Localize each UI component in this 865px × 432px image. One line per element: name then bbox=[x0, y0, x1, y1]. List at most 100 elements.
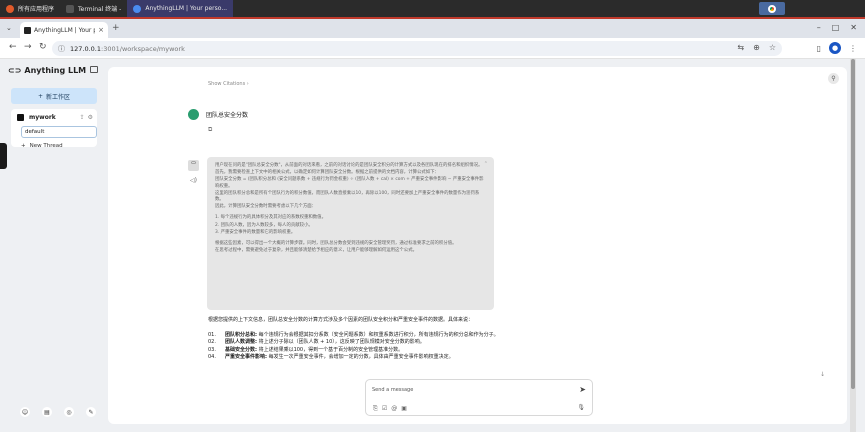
browser-toolbar: ← → ↻ ⓘ 127.0.0.1 :3001/workspace/mywork… bbox=[0, 38, 865, 59]
url-host: 127.0.0.1 bbox=[70, 44, 102, 53]
show-citations-link[interactable]: Show Citations › bbox=[208, 81, 249, 87]
taskbar-apps-menu[interactable]: 所有应用程序 bbox=[0, 0, 60, 17]
assistant-avatar: ▭ bbox=[188, 160, 199, 171]
user-avatar bbox=[188, 109, 199, 120]
gear-icon[interactable]: ⚙ bbox=[88, 114, 93, 121]
taskbar-label: Terminal 终端 - bbox=[78, 6, 122, 13]
browser-tab[interactable]: AnythingLLM | Your person × bbox=[20, 22, 108, 38]
url-path: :3001/workspace/mywork bbox=[101, 44, 185, 53]
translate-icon[interactable]: ⇆ bbox=[737, 43, 744, 52]
sidebar: ⊂⊃ Anything LLM + 新工作区 mywork ⇪ ⚙ defaul… bbox=[0, 59, 104, 432]
thinking-line: 3. 严重安全事件的数量和它的影响权重。 bbox=[215, 229, 296, 235]
side-drawer-handle[interactable] bbox=[0, 143, 7, 169]
os-taskbar: 所有应用程序 Terminal 终端 - AnythingLLM | Your … bbox=[0, 0, 865, 17]
scroll-down-icon[interactable]: ↓ bbox=[820, 371, 825, 378]
new-workspace-label: 新工作区 bbox=[46, 93, 71, 101]
message-composer: Send a message ➤ ⎘ ☑ @ ▣ 🎙 bbox=[365, 379, 593, 416]
upload-icon[interactable]: ⇪ bbox=[80, 114, 85, 121]
point-number: 04. bbox=[208, 354, 216, 360]
point-text: 每个违规行为会根据其扣分系数（安全问题系数）和权重系数进行积分，所有违规行为的积… bbox=[258, 331, 499, 338]
answer-point: 02. 团队人数调整: 将上述分子除以（团队人数 + 10），这反映了团队规模对… bbox=[208, 339, 728, 347]
point-number: 02. bbox=[208, 339, 216, 345]
point-term: 基础安全分数: bbox=[224, 346, 257, 353]
address-bar[interactable]: ⓘ 127.0.0.1 :3001/workspace/mywork ⇆ ⊕ ☆ bbox=[52, 41, 782, 56]
chevron-down-icon[interactable]: ⌄ bbox=[6, 24, 12, 32]
app-container: ⊂⊃ Anything LLM + 新工作区 mywork ⇪ ⚙ defaul… bbox=[0, 59, 865, 432]
agent-mention-icon[interactable]: @ bbox=[391, 405, 397, 413]
workspace-grid-icon bbox=[17, 114, 24, 121]
answer-point: 03. 基础安全分数: 将上述结果乘以100，得到一个基于百分制的安全管理基准分… bbox=[208, 347, 728, 355]
terminal-icon bbox=[66, 4, 75, 13]
extensions-icon[interactable]: ▯ bbox=[817, 44, 821, 53]
point-term: 团队人数调整: bbox=[224, 339, 257, 345]
point-number: 01. bbox=[208, 331, 216, 338]
point-text: 将上述分子除以（团队人数 + 10），这反映了团队规模对安全分数的影响。 bbox=[258, 339, 425, 345]
point-text: 每发生一次严重安全事件，会增加一定的分数，具体由严重安全事件影响权重决定。 bbox=[268, 354, 454, 360]
close-tab-icon[interactable]: × bbox=[98, 26, 104, 34]
zoom-icon[interactable]: ⊕ bbox=[753, 43, 760, 52]
sidebar-footer: ☺ ▤ ◎ ✎ bbox=[20, 407, 96, 417]
favicon-icon bbox=[24, 26, 31, 34]
taskbar-chrome-icon[interactable] bbox=[759, 2, 785, 15]
point-number: 03. bbox=[208, 346, 216, 353]
back-icon[interactable]: ← bbox=[9, 42, 17, 52]
thread-item-default[interactable]: default bbox=[21, 126, 97, 138]
tab-title: AnythingLLM | Your person bbox=[34, 26, 95, 34]
new-thread-button[interactable]: + New Thread bbox=[21, 143, 63, 149]
app-logo: ⊂⊃ Anything LLM bbox=[8, 66, 86, 75]
forward-icon[interactable]: → bbox=[24, 42, 32, 52]
citations-label: Show Citations bbox=[208, 81, 246, 87]
apps-menu-icon bbox=[6, 4, 14, 13]
slash-command-icon[interactable]: ☑ bbox=[382, 405, 387, 413]
user-message-text: 团队总安全分数 bbox=[206, 112, 249, 119]
send-icon[interactable]: ➤ bbox=[579, 385, 586, 394]
discord-icon[interactable]: ◎ bbox=[64, 407, 74, 417]
message-input[interactable]: Send a message bbox=[372, 387, 413, 393]
microphone-icon[interactable]: 🎙 bbox=[577, 404, 585, 411]
thinking-line: 2. 团队的人数，因为人数较多，每人的贡献较小。 bbox=[215, 222, 313, 228]
taskbar-chrome-window[interactable]: AnythingLLM | Your perso... bbox=[127, 0, 234, 17]
agent-icon[interactable]: ⚲ bbox=[828, 73, 839, 84]
new-workspace-button[interactable]: + 新工作区 bbox=[11, 88, 97, 104]
minimize-icon[interactable]: – bbox=[817, 23, 821, 32]
profile-avatar[interactable]: ● bbox=[829, 42, 841, 54]
copy-icon[interactable]: ⧉ bbox=[208, 126, 212, 134]
new-tab-icon[interactable]: + bbox=[112, 23, 120, 33]
point-term: 团队积分总和: bbox=[224, 331, 257, 338]
menu-icon[interactable]: ⋮ bbox=[849, 44, 857, 53]
chat-panel: ⚲ Show Citations › 团队总安全分数 ⧉ ▭ ◁) ⌃ 用户现在… bbox=[108, 67, 847, 424]
logo-mark-icon: ⊂⊃ bbox=[8, 66, 22, 75]
assistant-answer: 根据您提供的上下文信息，团队总安全分数的计算方式涉及多个因素的团队安全积分和严重… bbox=[208, 317, 728, 362]
scrollbar-thumb[interactable] bbox=[851, 59, 855, 389]
wrench-icon[interactable]: ✎ bbox=[86, 407, 96, 417]
thread-name: default bbox=[25, 129, 45, 135]
answer-intro: 根据您提供的上下文信息，团队总安全分数的计算方式涉及多个因素的团队安全积分和严重… bbox=[208, 317, 474, 323]
taskbar-terminal[interactable]: Terminal 终端 - bbox=[60, 0, 127, 17]
thinking-line: 这里的团队积分总和是所有个团队行为的积分数值，而团队人数直接乘以10，再除以10… bbox=[215, 190, 480, 203]
browser-tab-bar: ⌄ AnythingLLM | Your person × + – □ ✕ bbox=[0, 19, 865, 38]
workspace-name: mywork bbox=[29, 114, 56, 121]
community-icon[interactable]: ☺ bbox=[20, 407, 30, 417]
attach-icon[interactable]: ⎘ bbox=[373, 405, 378, 413]
new-thread-label: New Thread bbox=[29, 143, 63, 149]
maximize-icon[interactable]: □ bbox=[832, 23, 840, 32]
reload-icon[interactable]: ↻ bbox=[39, 42, 47, 52]
answer-point: 04. 严重安全事件影响: 每发生一次严重安全事件，会增加一定的分数，具体由严重… bbox=[208, 354, 728, 362]
collapse-icon[interactable]: ⌃ bbox=[484, 161, 488, 167]
bookmark-star-icon[interactable]: ☆ bbox=[769, 43, 776, 52]
speaker-icon[interactable]: ◁) bbox=[190, 177, 197, 184]
point-term: 严重安全事件影响: bbox=[224, 354, 267, 360]
thinking-line: 首先，我需要检查上下文中的相关公式，以确定如何计算团队安全分数。根据之前提供的文… bbox=[215, 170, 439, 176]
thinking-line: 1. 每个违规行为的具体积分及其对应的系数权重和数值。 bbox=[215, 215, 326, 221]
thinking-line: 用户现在问的是"团队总安全分数"，从前面的对话来看，之前的对话讨论的是团队安全积… bbox=[215, 163, 483, 168]
workspace-item-mywork[interactable]: mywork ⇪ ⚙ bbox=[17, 114, 93, 121]
chrome-icon bbox=[133, 4, 142, 13]
site-info-icon[interactable]: ⓘ bbox=[58, 44, 65, 54]
sidebar-toggle-icon[interactable] bbox=[90, 66, 98, 73]
plus-icon: + bbox=[37, 92, 43, 100]
text-size-icon[interactable]: ▣ bbox=[401, 405, 407, 413]
docs-icon[interactable]: ▤ bbox=[42, 407, 52, 417]
thinking-line: 团队安全分数 = (团队积分总和 (安全问题系数 + 违规行为罚金权重) ÷ (… bbox=[215, 177, 484, 189]
page-scrollbar[interactable] bbox=[850, 59, 856, 432]
close-window-icon[interactable]: ✕ bbox=[850, 23, 857, 32]
